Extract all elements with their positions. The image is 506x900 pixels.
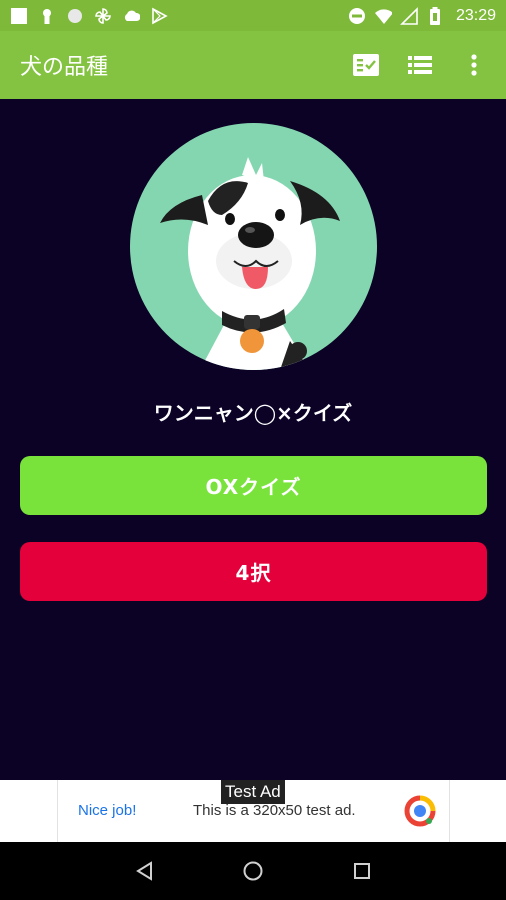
- ox-quiz-button[interactable]: OXクイズ: [20, 456, 487, 515]
- status-time: 23:29: [455, 6, 496, 24]
- wifi-icon: [374, 7, 392, 25]
- home-icon[interactable]: [233, 851, 273, 891]
- ad-label: Test Ad: [221, 780, 285, 804]
- pinwheel-icon: [94, 7, 112, 25]
- dog-face-logo: [130, 123, 377, 370]
- cloud-icon: [122, 7, 140, 25]
- app-title: 犬の品種: [20, 55, 109, 80]
- navigation-bar: [0, 842, 506, 900]
- do-not-disturb-icon: [348, 7, 366, 25]
- battery-icon: [426, 6, 444, 25]
- square-notification-icon: [10, 7, 28, 25]
- app-bar-actions: [352, 51, 488, 79]
- status-left-icons: [10, 7, 168, 25]
- ad-banner[interactable]: Test Ad Nice job! This is a 320x50 test …: [0, 780, 506, 842]
- status-right-icons: 23:29: [348, 6, 496, 25]
- quiz-title: ワンニャン◯×クイズ: [153, 401, 353, 425]
- ad-nice-job-text: Nice job!: [78, 802, 137, 819]
- ad-description: This is a 320x50 test ad.: [193, 802, 356, 819]
- admob-logo-icon: [403, 794, 437, 828]
- checklist-icon[interactable]: [352, 51, 380, 79]
- main-content: ワンニャン◯×クイズ OXクイズ 4択: [0, 99, 506, 780]
- back-icon[interactable]: [124, 851, 164, 891]
- signal-icon: [400, 6, 418, 25]
- play-store-icon: [150, 7, 168, 25]
- keyhole-icon: [38, 7, 56, 25]
- four-choice-quiz-button[interactable]: 4択: [20, 542, 487, 601]
- app-bar: 犬の品種: [0, 31, 506, 99]
- list-icon[interactable]: [406, 51, 434, 79]
- status-bar: 23:29: [0, 0, 506, 31]
- recents-icon[interactable]: [342, 851, 382, 891]
- more-vert-icon[interactable]: [460, 51, 488, 79]
- circle-icon: [66, 7, 84, 25]
